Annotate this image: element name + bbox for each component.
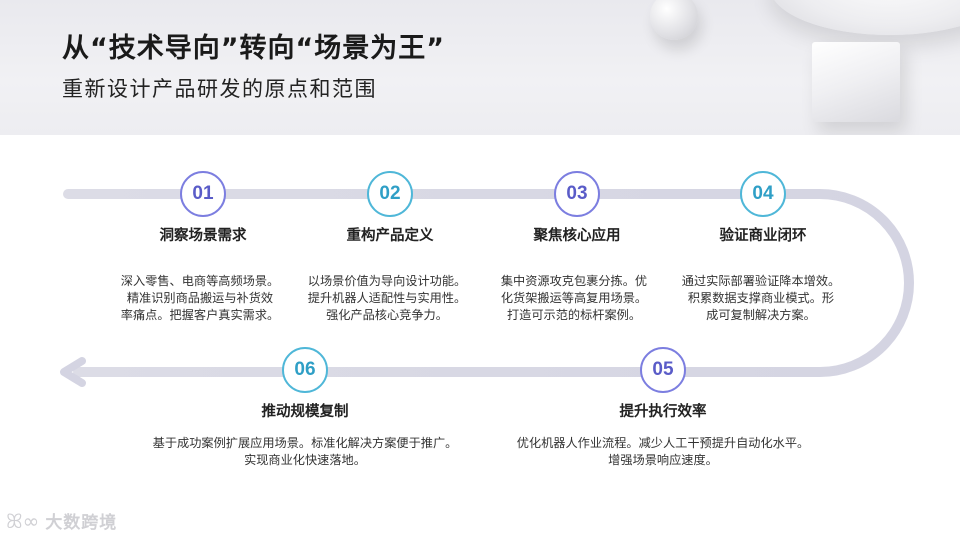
step-03-badge: 03 bbox=[554, 171, 600, 217]
step-01-badge: 01 bbox=[180, 171, 226, 217]
step-02-desc: 以场景价值为导向设计功能。 提升机器人适配性与实用性。 强化产品核心竞争力。 bbox=[307, 274, 467, 322]
step-03-desc: 集中资源攻克包裹分拣。优 化货架搬运等高复用场景。 打造可示范的标杆案例。 bbox=[500, 274, 648, 322]
step-04-badge: 04 bbox=[740, 171, 786, 217]
logo-text: 大数跨境 bbox=[45, 513, 118, 533]
step-04-title: 验证商业闭环 bbox=[719, 228, 807, 244]
step-01-title: 洞察场景需求 bbox=[159, 228, 247, 244]
step-01-desc: 深入零售、电商等高频场景。 精准识别商品搬运与补货效 率痛点。把握客户真实需求。 bbox=[120, 274, 280, 322]
step-03-title: 聚焦核心应用 bbox=[533, 228, 621, 244]
step-05-title: 提升执行效率 bbox=[619, 404, 707, 420]
step-06-desc: 基于成功案例扩展应用场景。标准化解决方案便于推广。 实现商业化快速落地。 bbox=[152, 436, 458, 467]
step-06-title: 推动规模复制 bbox=[261, 404, 349, 420]
step-04-desc: 通过实际部署验证降本增效。 积累数据支撑商业模式。形 成可复制解决方案。 bbox=[681, 274, 841, 322]
step-05-badge: 05 bbox=[640, 347, 686, 393]
step-02-badge: 02 bbox=[367, 171, 413, 217]
step-02-title: 重构产品定义 bbox=[346, 228, 434, 244]
brand-logo: ꕤ∞ 大数跨境 bbox=[6, 508, 118, 534]
step-06-badge: 06 bbox=[282, 347, 328, 393]
logo-icon: ꕤ∞ bbox=[6, 508, 40, 533]
step-05-desc: 优化机器人作业流程。减少人工干预提升自动化水平。 增强场景响应速度。 bbox=[516, 436, 810, 467]
